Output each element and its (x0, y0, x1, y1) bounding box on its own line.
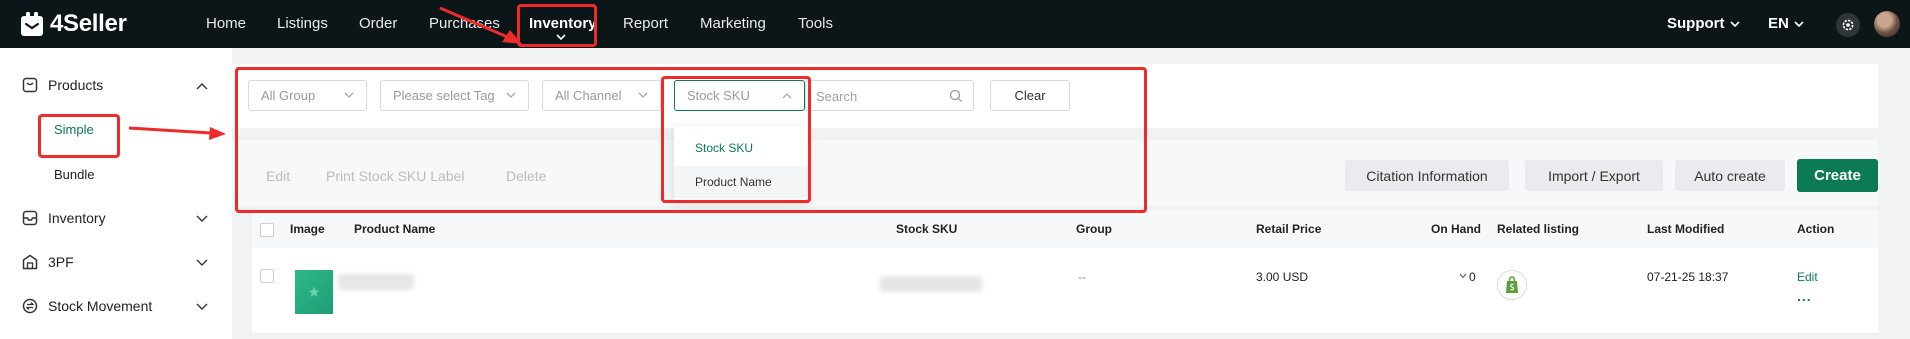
star-icon (308, 286, 320, 297)
sidebar-subitem-bundle[interactable]: Bundle (54, 167, 94, 182)
warehouse-icon (22, 254, 38, 270)
column-header-on-hand: On Hand (1431, 222, 1481, 236)
row-edit-link[interactable]: Edit (1797, 270, 1818, 284)
channel-select-value: All Channel (555, 88, 622, 103)
chevron-down-icon[interactable] (196, 259, 208, 267)
search-type-select[interactable]: Stock SKU (674, 80, 805, 111)
delete-action[interactable]: Delete (506, 168, 546, 184)
retail-price-value: 3.00 USD (1256, 270, 1309, 284)
column-header-retail-price: Retail Price (1256, 222, 1322, 236)
sidebar-item-label: Inventory (48, 210, 106, 226)
chevron-down-icon[interactable] (196, 215, 208, 223)
column-header-group: Group (1076, 222, 1112, 236)
chevron-down-icon (344, 92, 354, 98)
avatar[interactable] (1874, 11, 1900, 37)
product-name-redacted (338, 274, 414, 290)
on-hand-value[interactable]: 0 (1469, 270, 1476, 284)
nav-order[interactable]: Order (359, 15, 397, 32)
logo-bag-icon (21, 12, 43, 36)
sidebar-item-stock-movement[interactable]: Stock Movement (22, 298, 152, 314)
row-more-menu[interactable]: ... (1797, 288, 1812, 304)
search-type-dropdown: Stock SKU Product Name (674, 126, 808, 200)
settings-button[interactable] (1836, 13, 1860, 37)
chevron-down-icon[interactable] (196, 303, 208, 311)
support-menu[interactable]: Support (1667, 15, 1740, 32)
row-checkbox[interactable] (260, 269, 274, 283)
group-select[interactable]: All Group (248, 80, 367, 111)
select-all-checkbox[interactable] (260, 223, 274, 237)
import-export-button[interactable]: Import / Export (1525, 160, 1663, 191)
chevron-down-icon (556, 34, 566, 41)
column-header-image: Image (290, 222, 325, 236)
option-stock-sku[interactable]: Stock SKU (674, 132, 808, 164)
sidebar-subitem-simple[interactable]: Simple (54, 122, 94, 137)
group-value: -- (1078, 270, 1086, 284)
search-input[interactable] (816, 87, 946, 105)
table-header (252, 210, 1878, 248)
create-button[interactable]: Create (1797, 159, 1878, 192)
inventory-icon (22, 210, 38, 226)
sidebar-item-3pf[interactable]: 3PF (22, 254, 74, 270)
tag-select-value: Please select Tag (393, 88, 495, 103)
column-header-related-listing: Related listing (1497, 222, 1580, 236)
print-sku-label-action[interactable]: Print Stock SKU Label (326, 168, 465, 184)
chevron-down-icon[interactable] (1459, 273, 1467, 279)
table-row (252, 248, 1878, 334)
column-header-last-modified: Last Modified (1647, 222, 1725, 236)
sidebar-item-inventory[interactable]: Inventory (22, 210, 106, 226)
top-navigation-bar: 4Seller Home Listings Order Purchases In… (0, 0, 1910, 48)
search-icon[interactable] (949, 89, 963, 103)
sidebar-item-label: Stock Movement (48, 298, 153, 314)
sidebar-item-label: 3PF (48, 254, 74, 270)
sidebar-item-label: Products (48, 77, 104, 93)
nav-purchases[interactable]: Purchases (429, 15, 500, 32)
nav-report[interactable]: Report (623, 15, 668, 32)
citation-information-button[interactable]: Citation Information (1345, 160, 1509, 191)
chevron-down-icon (506, 92, 516, 98)
stock-movement-icon (22, 298, 38, 314)
sidebar-item-products[interactable]: Products (22, 77, 103, 93)
language-label: EN (1768, 15, 1789, 32)
chevron-up-icon[interactable] (196, 82, 208, 90)
gear-icon (1842, 19, 1854, 31)
logo-text: 4Seller (50, 10, 127, 37)
nav-listings[interactable]: Listings (277, 15, 328, 32)
column-header-stock-sku: Stock SKU (896, 222, 958, 236)
edit-action[interactable]: Edit (266, 168, 290, 184)
column-header-product-name: Product Name (354, 222, 436, 236)
chevron-down-icon (638, 92, 648, 98)
nav-inventory[interactable]: Inventory (529, 15, 597, 32)
nav-home[interactable]: Home (206, 15, 246, 32)
chevron-down-icon (1794, 20, 1804, 27)
search-field[interactable] (805, 80, 974, 111)
last-modified-value: 07-21-25 18:37 (1647, 270, 1729, 284)
nav-tools[interactable]: Tools (798, 15, 833, 32)
nav-marketing[interactable]: Marketing (700, 15, 766, 32)
auto-create-button[interactable]: Auto create (1675, 160, 1785, 191)
logo[interactable]: 4Seller (20, 10, 127, 38)
chevron-down-icon (1729, 20, 1740, 27)
language-selector[interactable]: EN (1768, 15, 1804, 32)
product-box-icon (22, 77, 38, 93)
column-header-action: Action (1797, 222, 1835, 236)
channel-select[interactable]: All Channel (542, 80, 661, 111)
support-label: Support (1667, 15, 1725, 32)
shopify-icon[interactable] (1497, 270, 1527, 300)
stock-sku-redacted (880, 276, 982, 292)
group-select-value: All Group (261, 88, 316, 103)
search-type-value: Stock SKU (687, 88, 750, 103)
clear-button[interactable]: Clear (990, 80, 1070, 111)
chevron-up-icon (782, 93, 792, 99)
tag-select[interactable]: Please select Tag (380, 80, 529, 111)
option-product-name[interactable]: Product Name (674, 166, 808, 198)
